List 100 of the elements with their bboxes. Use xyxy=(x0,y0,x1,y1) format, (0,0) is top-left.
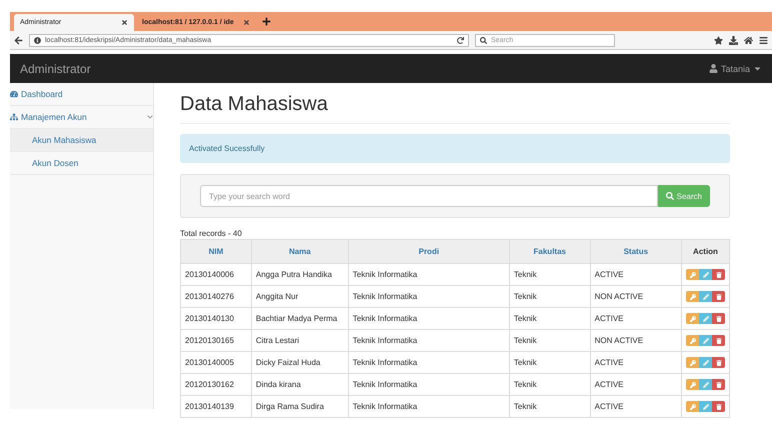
table-cell: Teknik Informatika xyxy=(348,264,510,286)
page-title: Data Mahasiswa xyxy=(180,93,730,124)
home-icon[interactable] xyxy=(744,36,753,44)
close-icon[interactable] xyxy=(121,19,128,26)
table-cell: Dicky Faizal Huda xyxy=(251,352,348,374)
table-cell: Teknik Informatika xyxy=(348,308,510,330)
user-menu[interactable]: Tatania xyxy=(708,64,762,74)
trash-icon xyxy=(716,404,722,410)
edit-button[interactable] xyxy=(699,269,712,280)
alert-message: Activated Sucessfully xyxy=(180,134,730,163)
table-cell: ACTIVE xyxy=(590,308,682,330)
back-icon[interactable] xyxy=(14,36,23,44)
table-cell: 20120130162 xyxy=(180,374,252,396)
trash-icon xyxy=(716,294,722,300)
edit-button[interactable] xyxy=(699,379,712,390)
column-header[interactable]: Nama xyxy=(251,240,348,264)
sitemap-icon xyxy=(10,113,18,121)
table-cell: ACTIVE xyxy=(590,396,682,418)
table-cell: Angga Putra Handika xyxy=(251,264,348,286)
sidebar-item[interactable]: Dashboard xyxy=(10,83,153,106)
table-cell: NON ACTIVE xyxy=(590,286,682,308)
table-cell: ACTIVE xyxy=(590,374,682,396)
table-cell: Teknik Informatika xyxy=(348,374,510,396)
table-cell: 20130140139 xyxy=(180,396,252,418)
pencil-icon xyxy=(702,294,708,300)
table-cell: Citra Lestari xyxy=(251,330,348,352)
edit-button[interactable] xyxy=(699,335,712,346)
table-cell: Teknik xyxy=(509,264,590,286)
dashboard-icon xyxy=(10,90,18,98)
info-icon xyxy=(34,36,41,44)
reload-icon[interactable] xyxy=(457,36,464,44)
sidebar-subitem[interactable]: Akun Dosen xyxy=(10,152,153,175)
delete-button[interactable] xyxy=(712,269,725,280)
column-header[interactable]: NIM xyxy=(180,240,252,264)
table-cell: Teknik Informatika xyxy=(348,396,510,418)
delete-button[interactable] xyxy=(712,401,725,412)
key-icon xyxy=(690,272,696,278)
table-cell: Teknik xyxy=(509,308,590,330)
table-cell: NON ACTIVE xyxy=(590,330,682,352)
trash-icon xyxy=(716,360,722,366)
table-cell: 20120130165 xyxy=(180,330,252,352)
pencil-icon xyxy=(702,272,708,278)
column-header: Action xyxy=(682,240,730,264)
pencil-icon xyxy=(702,360,708,366)
delete-button[interactable] xyxy=(712,335,725,346)
pencil-icon xyxy=(702,338,708,344)
table-cell: ACTIVE xyxy=(590,264,682,286)
delete-button[interactable] xyxy=(712,291,725,302)
key-icon xyxy=(690,294,696,300)
navbar-brand[interactable]: Administrator xyxy=(20,62,91,76)
trash-icon xyxy=(716,382,722,388)
menu-icon[interactable] xyxy=(759,36,768,44)
table-cell: ACTIVE xyxy=(590,352,682,374)
trash-icon xyxy=(716,316,722,322)
table-cell: Teknik xyxy=(509,352,590,374)
sidebar-subitem[interactable]: Akun Mahasiswa xyxy=(10,129,153,152)
table-cell: 20130140005 xyxy=(180,352,252,374)
table-cell: Teknik Informatika xyxy=(348,286,510,308)
column-header[interactable]: Prodi xyxy=(348,240,510,264)
total-records: Total records - 40 xyxy=(180,229,243,238)
table-cell: 20130140006 xyxy=(180,264,252,286)
column-header[interactable]: Status xyxy=(590,240,682,264)
table-cell: Teknik xyxy=(509,374,590,396)
key-icon xyxy=(690,404,696,410)
table-cell: 20130140130 xyxy=(180,308,252,330)
table-cell: Anggita Nur xyxy=(251,286,348,308)
key-icon xyxy=(690,360,696,366)
pencil-icon xyxy=(702,404,708,410)
star-icon[interactable] xyxy=(714,36,723,44)
delete-button[interactable] xyxy=(712,313,725,324)
close-icon[interactable] xyxy=(243,19,250,26)
edit-button[interactable] xyxy=(699,401,712,412)
edit-button[interactable] xyxy=(699,313,712,324)
edit-button[interactable] xyxy=(699,291,712,302)
edit-button[interactable] xyxy=(699,357,712,368)
table-cell: Bachtiar Madya Perma xyxy=(251,308,348,330)
trash-icon xyxy=(716,272,722,278)
table-cell: Teknik xyxy=(509,396,590,418)
search-field[interactable]: Type your search word xyxy=(200,185,658,207)
search-icon xyxy=(666,192,674,200)
plus-icon[interactable] xyxy=(262,17,271,26)
download-icon[interactable] xyxy=(729,36,738,44)
table-cell: Dinda kirana xyxy=(251,374,348,396)
pencil-icon xyxy=(702,382,708,388)
key-icon xyxy=(690,338,696,344)
search-button[interactable]: Search xyxy=(658,185,710,207)
table-cell: Teknik xyxy=(509,286,590,308)
table-cell: Teknik xyxy=(509,330,590,352)
table-cell: Dirga Rama Sudira xyxy=(251,396,348,418)
table-cell: 20130140276 xyxy=(180,286,252,308)
trash-icon xyxy=(716,338,722,344)
table-cell: Teknik Informatika xyxy=(348,352,510,374)
column-header[interactable]: Fakultas xyxy=(509,240,590,264)
delete-button[interactable] xyxy=(712,357,725,368)
table-cell: Teknik Informatika xyxy=(348,330,510,352)
chevron-icon[interactable] xyxy=(147,114,153,120)
key-icon xyxy=(690,382,696,388)
delete-button[interactable] xyxy=(712,379,725,390)
pencil-icon xyxy=(702,316,708,322)
user-icon xyxy=(708,64,718,73)
